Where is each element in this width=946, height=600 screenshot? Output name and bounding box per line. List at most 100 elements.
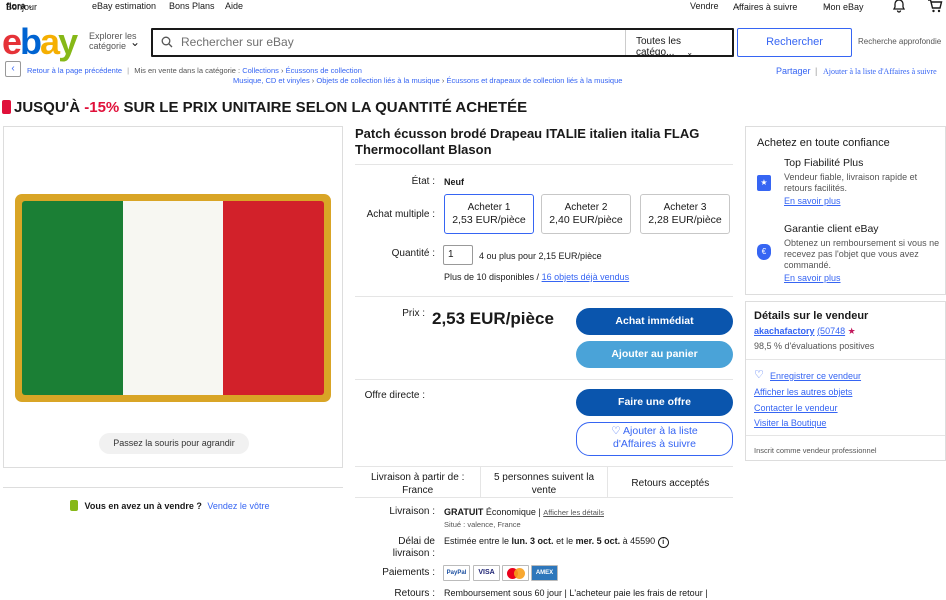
shipping-type: Économique | <box>485 507 541 517</box>
help-link[interactable]: Aide <box>225 1 243 11</box>
quantity-input[interactable]: 1 <box>443 245 473 265</box>
ebay-logo[interactable]: ebay <box>2 21 78 62</box>
delivery-label-2: livraison : <box>392 548 435 559</box>
availability: Plus de 10 disponibles / 16 objets déjà … <box>444 272 629 282</box>
info-icon[interactable]: i <box>657 537 669 548</box>
share-link[interactable]: Partager <box>776 66 811 76</box>
star-badge-icon: ★ <box>757 175 771 191</box>
returns-label: Retours : <box>394 588 435 599</box>
heart-icon[interactable]: ♡ <box>754 368 764 381</box>
sell-yours-link[interactable]: Vendez le vôtre <box>207 501 269 511</box>
shipping-details-link[interactable]: Afficher les détails <box>543 508 604 517</box>
watch-line-1: ♡ Ajouter à la liste <box>611 425 698 437</box>
greeting[interactable]: Bonjour flora ⌄ <box>6 1 37 12</box>
shipping-label: Livraison : <box>389 506 435 517</box>
buy-option-2[interactable]: Acheter 2 2,40 EUR/pièce <box>541 194 631 234</box>
buy-option-price: 2,40 EUR/pièce <box>549 214 623 226</box>
sell-link[interactable]: Vendre <box>690 1 719 11</box>
item-location: Situé : valence, France <box>444 520 521 529</box>
search-button[interactable]: Rechercher <box>737 28 852 57</box>
divider <box>355 296 733 297</box>
cart-icon[interactable] <box>927 0 943 15</box>
bell-icon[interactable] <box>892 0 906 15</box>
paypal-icon: PayPal <box>443 565 470 581</box>
deals-link[interactable]: Bons Plans <box>169 1 215 11</box>
buy-option-label: Acheter 2 <box>564 202 608 213</box>
bulk-price-text: 4 ou plus pour 2,15 EUR/pièce <box>479 251 602 261</box>
logo-a: a <box>40 21 60 62</box>
chevron-down-icon: ⌄ <box>27 3 34 10</box>
save-seller-link[interactable]: Enregistrer ce vendeur <box>770 371 861 381</box>
promo-suffix: SUR LE PRIX UNITAIRE SELON LA QUANTITÉ A… <box>119 99 528 116</box>
logo-y: y <box>58 21 78 62</box>
promo-banner: JUSQU'À -15% SUR LE PRIX UNITAIRE SELON … <box>2 99 527 116</box>
professional-seller-note: Inscrit comme vendeur professionnel <box>754 446 877 455</box>
search-input[interactable]: Rechercher sur eBay <box>181 35 294 49</box>
promo-prefix: JUSQU'À <box>14 99 85 116</box>
shipping-value: GRATUIT Économique | Afficher les détail… <box>444 507 604 517</box>
buy-now-button[interactable]: Achat immédiat <box>576 308 733 335</box>
delivery-prefix: Estimée entre le <box>444 536 510 546</box>
delivery-label: Délai de livraison : <box>355 536 435 560</box>
search-icon <box>161 36 173 51</box>
tag-icon <box>2 100 11 114</box>
guarantee-learn-more[interactable]: En savoir plus <box>784 273 841 283</box>
shipping-free: GRATUIT <box>444 507 484 517</box>
add-to-watchlist-button[interactable]: ♡ Ajouter à la liste d'Affaires à suivre <box>576 422 733 456</box>
add-watchlist-link[interactable]: Ajouter à la liste d'Affaires à suivre <box>823 67 937 76</box>
shield-icon: € <box>757 244 771 260</box>
contact-seller-link[interactable]: Contacter le vendeur <box>754 403 838 413</box>
chevron-down-icon: ⌄ <box>686 48 694 57</box>
flag-stripe-red <box>223 201 324 395</box>
breadcrumb-collections[interactable]: Collections <box>242 66 279 75</box>
buy-option-3[interactable]: Acheter 3 2,28 EUR/pièce <box>640 194 730 234</box>
flag-stripe-green <box>22 201 123 395</box>
buy-option-1[interactable]: Acheter 1 2,53 EUR/pièce <box>444 194 534 234</box>
breadcrumb-music-patches[interactable]: Écussons et drapeaux de collection liés … <box>446 76 622 85</box>
product-image[interactable] <box>15 194 331 402</box>
back-link[interactable]: Retour à la page précédente <box>27 66 122 75</box>
payments-label: Paiements : <box>382 567 435 578</box>
sell-question: Vous en avez un à vendre ? <box>84 501 202 511</box>
search-category-select[interactable]: Toutes les catégo... ⌄ <box>625 30 734 58</box>
delivery-mid: et le <box>556 536 574 546</box>
divider <box>746 359 945 360</box>
top-rated-learn-more[interactable]: En savoir plus <box>784 196 841 206</box>
divider <box>746 435 945 436</box>
chevron-right-icon: › <box>311 76 315 85</box>
divider <box>355 164 733 165</box>
estimation-link[interactable]: eBay estimation <box>92 1 156 11</box>
trust-panel: Achetez en toute confiance ★ Top Fiabili… <box>745 126 946 295</box>
seller-other-items-link[interactable]: Afficher les autres objets <box>754 387 852 397</box>
chevron-down-icon: ⌄ <box>825 3 831 10</box>
chevron-right-icon: › <box>281 66 284 75</box>
quantity-label: Quantité : <box>391 248 435 259</box>
back-button[interactable]: ‹ <box>5 61 21 77</box>
watch-line-2: d'Affaires à suivre <box>613 438 696 450</box>
add-to-cart-button[interactable]: Ajouter au panier <box>576 341 733 368</box>
delivery-end: mer. 5 oct. <box>575 536 621 546</box>
breadcrumb-music[interactable]: Musique, CD et vinyles <box>233 76 310 85</box>
ship-from: Livraison à partir de : France <box>355 467 482 497</box>
guarantee-desc: Obtenez un remboursement si vous ne rece… <box>784 238 940 270</box>
amex-icon: AMEX <box>531 565 558 581</box>
visit-store-link[interactable]: Visiter la Boutique <box>754 418 826 428</box>
separator: | <box>815 66 818 76</box>
chevron-down-icon: ⌄ <box>735 3 741 10</box>
seller-score[interactable]: (50748 <box>817 326 845 336</box>
seller-name-link[interactable]: akachafactory <box>754 326 815 336</box>
image-gallery[interactable]: Passez la souris pour agrandir <box>3 126 343 468</box>
flag-stripe-white <box>122 201 224 395</box>
sold-link[interactable]: 16 objets déjà vendus <box>542 272 630 282</box>
delivery-estimate: Estimée entre le lun. 3 oct. et le mer. … <box>444 536 669 548</box>
multi-buy-label: Achat multiple : <box>366 209 435 220</box>
item-title: Patch écusson brodé Drapeau ITALIE itali… <box>355 126 700 157</box>
make-offer-button[interactable]: Faire une offre <box>576 389 733 416</box>
breadcrumb-patches[interactable]: Écussons de collection <box>286 66 362 75</box>
buy-option-label: Acheter 3 <box>663 202 707 213</box>
breadcrumb-music-collectibles[interactable]: Objets de collection liés à la musique <box>316 76 439 85</box>
buy-option-price: 2,53 EUR/pièce <box>452 214 526 226</box>
advanced-search-link[interactable]: Recherche approfondie <box>858 37 941 46</box>
buy-option-label: Acheter 1 <box>467 202 511 213</box>
top-rated-title: Top Fiabilité Plus <box>784 157 864 169</box>
